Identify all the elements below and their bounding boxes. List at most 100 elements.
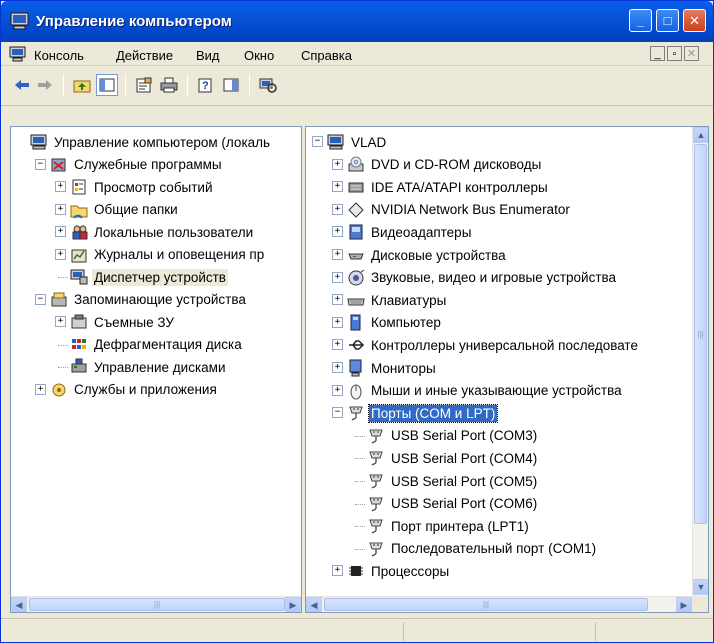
menu-action[interactable]: Действие [116, 48, 173, 63]
up-one-level-button[interactable] [71, 74, 93, 96]
tree-item[interactable]: + Общие папки [55, 199, 180, 221]
tree-item[interactable]: Управление дисками [58, 356, 228, 378]
tree-item[interactable]: Порт принтера (LPT1) [355, 515, 531, 537]
tree-item[interactable]: + Клавиатуры [332, 289, 448, 311]
scroll-left-button[interactable]: ◀ [11, 597, 27, 612]
expand-toggle[interactable]: + [55, 226, 66, 237]
tree-item-label: Журналы и оповещения пр [94, 247, 265, 262]
close-button[interactable]: ✕ [683, 9, 706, 32]
back-button[interactable] [11, 74, 33, 96]
tree-item[interactable]: + Мыши и иные указывающие устройства [332, 380, 624, 402]
menu-view[interactable]: Вид [196, 48, 220, 63]
menu-console[interactable]: Консоль [34, 48, 84, 63]
tree-item-label: Видеоадаптеры [371, 224, 472, 240]
expand-toggle[interactable]: + [332, 271, 343, 283]
tree-item[interactable]: − Служебные программы [35, 154, 224, 176]
scan-hardware-button[interactable] [257, 74, 279, 96]
menu-help[interactable]: Справка [301, 48, 352, 63]
left-horizontal-scrollbar[interactable]: ◀ ||| ▶ [11, 596, 301, 612]
tree-item[interactable]: Управление компьютером (локаль [30, 131, 272, 153]
computer-icon [327, 134, 344, 150]
expand-toggle[interactable]: + [35, 383, 46, 395]
tree-item[interactable]: + Контроллеры универсальной последовате [332, 334, 640, 356]
tree-item[interactable]: + IDE ATA/ATAPI контроллеры [332, 176, 550, 198]
expand-toggle[interactable]: + [55, 316, 66, 327]
expand-toggle[interactable]: + [332, 158, 343, 170]
expand-toggle[interactable]: + [55, 203, 66, 215]
minimize-button[interactable]: _ [629, 9, 652, 32]
scroll-thumb[interactable]: ||| [324, 598, 648, 611]
menu-window[interactable]: Окно [244, 48, 274, 63]
tree-item[interactable]: + Видеоадаптеры [332, 221, 473, 243]
tree-item[interactable]: + Просмотр событий [55, 176, 215, 198]
tree-item[interactable]: + Компьютер [332, 312, 443, 334]
scroll-up-button[interactable]: ▲ [693, 127, 708, 143]
forward-button[interactable] [34, 74, 56, 96]
collapse-toggle[interactable]: − [312, 136, 323, 147]
scroll-thumb[interactable]: ||| [29, 598, 285, 611]
tree-item[interactable]: + Журналы и оповещения пр [55, 244, 266, 266]
expand-toggle[interactable]: + [332, 316, 343, 328]
tree-item[interactable]: Дефрагментация диска [58, 334, 244, 356]
scroll-thumb[interactable]: ||| [694, 144, 707, 524]
tree-item[interactable]: + Локальные пользователи [55, 221, 255, 243]
device-tree-pane[interactable]: − VLAD + DVD и CD-ROM дисководы + IDE ATA/ATA… [305, 126, 709, 613]
collapse-toggle[interactable]: − [35, 158, 46, 170]
tree-item[interactable]: − Запоминающие устройства [35, 289, 248, 311]
right-horizontal-scrollbar[interactable]: ◀ ||| ▶ [306, 596, 692, 612]
tree-item[interactable]: USB Serial Port (COM6) [355, 493, 539, 515]
scroll-right-button[interactable]: ▶ [285, 597, 301, 612]
print-button[interactable] [158, 74, 180, 96]
expand-toggle[interactable]: + [332, 339, 343, 351]
mdi-restore-button[interactable]: ▫ [667, 46, 682, 61]
title-bar[interactable]: Управление компьютером _ □ ✕ [1, 1, 713, 42]
mdi-close-button[interactable]: ✕ [684, 46, 699, 61]
expand-toggle[interactable]: + [332, 181, 343, 193]
tree-item[interactable]: + Процессоры [332, 560, 451, 582]
show-hide-tree-button[interactable] [96, 74, 118, 96]
expand-toggle[interactable]: + [332, 203, 343, 215]
expand-toggle[interactable]: + [332, 362, 343, 373]
keyboard-icon [347, 298, 365, 306]
scroll-right-button[interactable]: ▶ [676, 597, 692, 612]
expand-toggle[interactable]: + [55, 181, 66, 192]
tree-item[interactable]: Последовательный порт (COM1) [355, 538, 598, 560]
expand-toggle[interactable]: + [332, 384, 343, 396]
maximize-button[interactable]: □ [656, 9, 679, 32]
grip-icon: ||| [153, 600, 161, 609]
action-pane-button[interactable] [220, 74, 242, 96]
properties-button[interactable] [133, 74, 155, 96]
computer-management-icon[interactable] [9, 46, 27, 62]
expand-toggle[interactable]: + [332, 565, 343, 577]
tree-item[interactable]: + Звуковые, видео и игровые устройства [332, 267, 618, 289]
tree-item-label: Служебные программы [74, 157, 222, 172]
expand-toggle[interactable]: + [55, 248, 66, 260]
expand-toggle[interactable]: + [332, 226, 343, 238]
expand-toggle[interactable]: + [332, 294, 343, 306]
tree-item[interactable]: USB Serial Port (COM4) [355, 447, 539, 469]
tree-item[interactable]: + Дисковые устройства [332, 244, 508, 266]
tree-item[interactable]: − VLAD [312, 131, 388, 153]
collapse-toggle[interactable]: − [35, 293, 46, 305]
tree-item[interactable]: + NVIDIA Network Bus Enumerator [332, 199, 572, 221]
help-button[interactable]: ? [195, 74, 217, 96]
scroll-left-button[interactable]: ◀ [306, 597, 322, 612]
users-icon [72, 225, 88, 240]
tree-item[interactable]: + Съемные ЗУ [55, 311, 176, 333]
tree-item[interactable]: − Порты (COM и LPT) [332, 402, 499, 424]
up-arrow-icon: ▲ [696, 130, 706, 140]
collapse-toggle[interactable]: − [332, 407, 343, 419]
tree-item[interactable]: + Мониторы [332, 357, 438, 379]
right-vertical-scrollbar[interactable]: ▲ ||| ▼ [692, 127, 708, 596]
expand-toggle[interactable]: + [332, 249, 343, 260]
tree-item[interactable]: Диспетчер устройств [58, 266, 228, 288]
tree-item[interactable]: USB Serial Port (COM3) [355, 425, 539, 447]
scroll-down-button[interactable]: ▼ [693, 579, 708, 595]
console-tree-pane[interactable]: Управление компьютером (локаль − Служебные… [10, 126, 302, 613]
mdi-minimize-button[interactable]: _ [650, 46, 665, 61]
menu-bar: Консоль Действие Вид Окно Справка _ ▫ ✕ [1, 42, 713, 66]
tree-item[interactable]: + DVD и CD-ROM дисководы [332, 154, 543, 176]
computer-node-icon [350, 314, 361, 331]
tree-item[interactable]: USB Serial Port (COM5) [355, 470, 539, 492]
tree-item[interactable]: + Службы и приложения [35, 379, 219, 401]
